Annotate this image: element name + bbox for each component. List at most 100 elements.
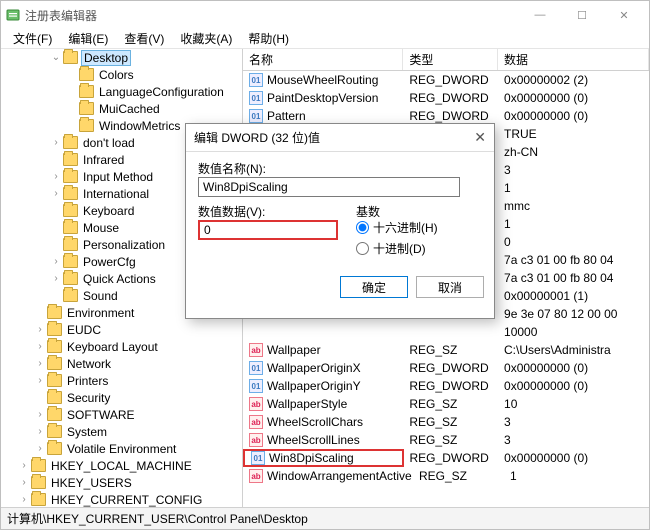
tree-item[interactable]: Colors xyxy=(1,66,242,83)
value-data: 0x00000001 (1) xyxy=(498,289,649,303)
radio-dec[interactable] xyxy=(356,242,369,255)
expand-icon[interactable]: › xyxy=(33,408,47,422)
folder-icon xyxy=(47,442,62,455)
maximize-button[interactable]: ☐ xyxy=(561,3,603,27)
tree-item[interactable]: LanguageConfiguration xyxy=(1,83,242,100)
value-type: REG_DWORD xyxy=(403,91,498,105)
list-row[interactable]: 10000 xyxy=(243,323,649,341)
dialog-close-button[interactable]: ✕ xyxy=(474,129,486,146)
value-data: TRUE xyxy=(498,127,649,141)
blank-toggle xyxy=(49,153,63,167)
expand-icon[interactable]: › xyxy=(33,442,47,456)
radix-hex-option[interactable]: 十六进制(H) xyxy=(356,220,438,235)
radio-hex[interactable] xyxy=(356,221,369,234)
tree-item-label: Sound xyxy=(81,289,120,303)
expand-icon[interactable]: › xyxy=(49,255,63,269)
list-row[interactable]: 01PaintDesktopVersionREG_DWORD0x00000000… xyxy=(243,89,649,107)
tree-item[interactable]: ›HKEY_LOCAL_MACHINE xyxy=(1,457,242,474)
tree-item[interactable]: ›Printers xyxy=(1,372,242,389)
list-row[interactable]: 01WallpaperOriginYREG_DWORD0x00000000 (0… xyxy=(243,377,649,395)
folder-icon xyxy=(47,391,62,404)
folder-icon xyxy=(31,493,46,506)
value-name-input[interactable] xyxy=(198,177,460,197)
value-name: Wallpaper xyxy=(267,343,321,357)
expand-icon[interactable]: › xyxy=(17,459,31,473)
expand-icon[interactable]: › xyxy=(49,187,63,201)
value-name: WheelScrollLines xyxy=(267,433,360,447)
radix-dec-option[interactable]: 十进制(D) xyxy=(356,241,438,256)
list-header: 名称 类型 数据 xyxy=(243,49,649,71)
folder-icon xyxy=(63,221,78,234)
tree-item[interactable]: Security xyxy=(1,389,242,406)
ok-button[interactable]: 确定 xyxy=(340,276,408,298)
expand-icon[interactable]: › xyxy=(33,425,47,439)
value-type: REG_SZ xyxy=(413,469,504,483)
tree-item[interactable]: › Keyboard Layout xyxy=(1,338,242,355)
expand-icon[interactable]: › xyxy=(49,170,63,184)
menu-edit[interactable]: 编辑(E) xyxy=(60,28,116,49)
tree-item[interactable]: ›SOFTWARE xyxy=(1,406,242,423)
expand-icon[interactable]: › xyxy=(33,340,47,354)
tree-item-label: International xyxy=(81,187,151,201)
minimize-button[interactable]: — xyxy=(519,3,561,27)
list-row[interactable]: 01WallpaperOriginXREG_DWORD0x00000000 (0… xyxy=(243,359,649,377)
expand-icon[interactable]: › xyxy=(33,323,47,337)
header-type[interactable]: 类型 xyxy=(403,49,498,70)
tree-item-label: MuiCached xyxy=(97,102,162,116)
expand-icon[interactable]: › xyxy=(17,476,31,490)
tree-item[interactable]: MuiCached xyxy=(1,100,242,117)
expand-icon[interactable]: › xyxy=(33,374,47,388)
value-data: 7a c3 01 00 fb 80 04 xyxy=(498,271,649,285)
folder-icon xyxy=(63,136,78,149)
list-row[interactable]: 01MouseWheelRoutingREG_DWORD0x00000002 (… xyxy=(243,71,649,89)
expand-icon[interactable]: › xyxy=(49,136,63,150)
value-name: Pattern xyxy=(267,109,306,123)
value-data: 0x00000000 (0) xyxy=(498,361,649,375)
value-data: 0x00000000 (0) xyxy=(498,451,649,465)
folder-icon xyxy=(63,153,78,166)
string-value-icon: ab xyxy=(249,397,263,411)
folder-icon xyxy=(63,187,78,200)
list-row[interactable]: abWindowArrangementActiveREG_SZ1 xyxy=(243,467,649,485)
tree-item[interactable]: ⌄Desktop xyxy=(1,49,242,66)
tree-item[interactable]: › HKEY_USERS xyxy=(1,474,242,491)
string-value-icon: ab xyxy=(249,343,263,357)
menu-view[interactable]: 查看(V) xyxy=(116,28,172,49)
edit-dword-dialog: 编辑 DWORD (32 位)值 ✕ 数值名称(N): 数值数据(V): 基数 … xyxy=(185,123,495,319)
close-button[interactable]: ✕ xyxy=(603,3,645,27)
menu-help[interactable]: 帮助(H) xyxy=(240,28,297,49)
tree-item[interactable]: ›EUDC xyxy=(1,321,242,338)
tree-item-label: System xyxy=(65,425,109,439)
blank-toggle xyxy=(49,289,63,303)
tree-item-label: PowerCfg xyxy=(81,255,138,269)
header-name[interactable]: 名称 xyxy=(243,49,403,70)
folder-icon xyxy=(63,204,78,217)
tree-item-label: HKEY_USERS xyxy=(49,476,134,490)
tree-item[interactable]: ›Network xyxy=(1,355,242,372)
list-row[interactable]: abWheelScrollCharsREG_SZ3 xyxy=(243,413,649,431)
folder-icon xyxy=(31,476,46,489)
list-row[interactable]: abWallpaperREG_SZC:\Users\Administra xyxy=(243,341,649,359)
menu-file[interactable]: 文件(F) xyxy=(5,28,60,49)
tree-item[interactable]: ›HKEY_CURRENT_CONFIG xyxy=(1,491,242,507)
value-name: Win8DpiScaling xyxy=(269,451,354,465)
value-data-input[interactable] xyxy=(198,220,338,240)
header-data[interactable]: 数据 xyxy=(498,49,649,70)
folder-icon xyxy=(63,272,78,285)
list-row[interactable]: abWallpaperStyleREG_SZ10 xyxy=(243,395,649,413)
cancel-button[interactable]: 取消 xyxy=(416,276,484,298)
expand-icon[interactable]: › xyxy=(33,357,47,371)
tree-item[interactable]: › Volatile Environment xyxy=(1,440,242,457)
expand-icon[interactable]: › xyxy=(17,493,31,507)
collapse-icon[interactable]: ⌄ xyxy=(49,51,63,65)
menu-favorites[interactable]: 收藏夹(A) xyxy=(172,28,240,49)
folder-icon xyxy=(47,306,62,319)
string-value-icon: ab xyxy=(249,469,263,483)
tree-item-label: Volatile Environment xyxy=(65,442,178,456)
tree-item-label: Keyboard Layout xyxy=(65,340,160,354)
list-row[interactable]: 01Win8DpiScalingREG_DWORD0x00000000 (0) xyxy=(243,449,649,467)
expand-icon[interactable]: › xyxy=(49,272,63,286)
list-row[interactable]: abWheelScrollLinesREG_SZ3 xyxy=(243,431,649,449)
folder-icon xyxy=(63,170,78,183)
tree-item[interactable]: › System xyxy=(1,423,242,440)
